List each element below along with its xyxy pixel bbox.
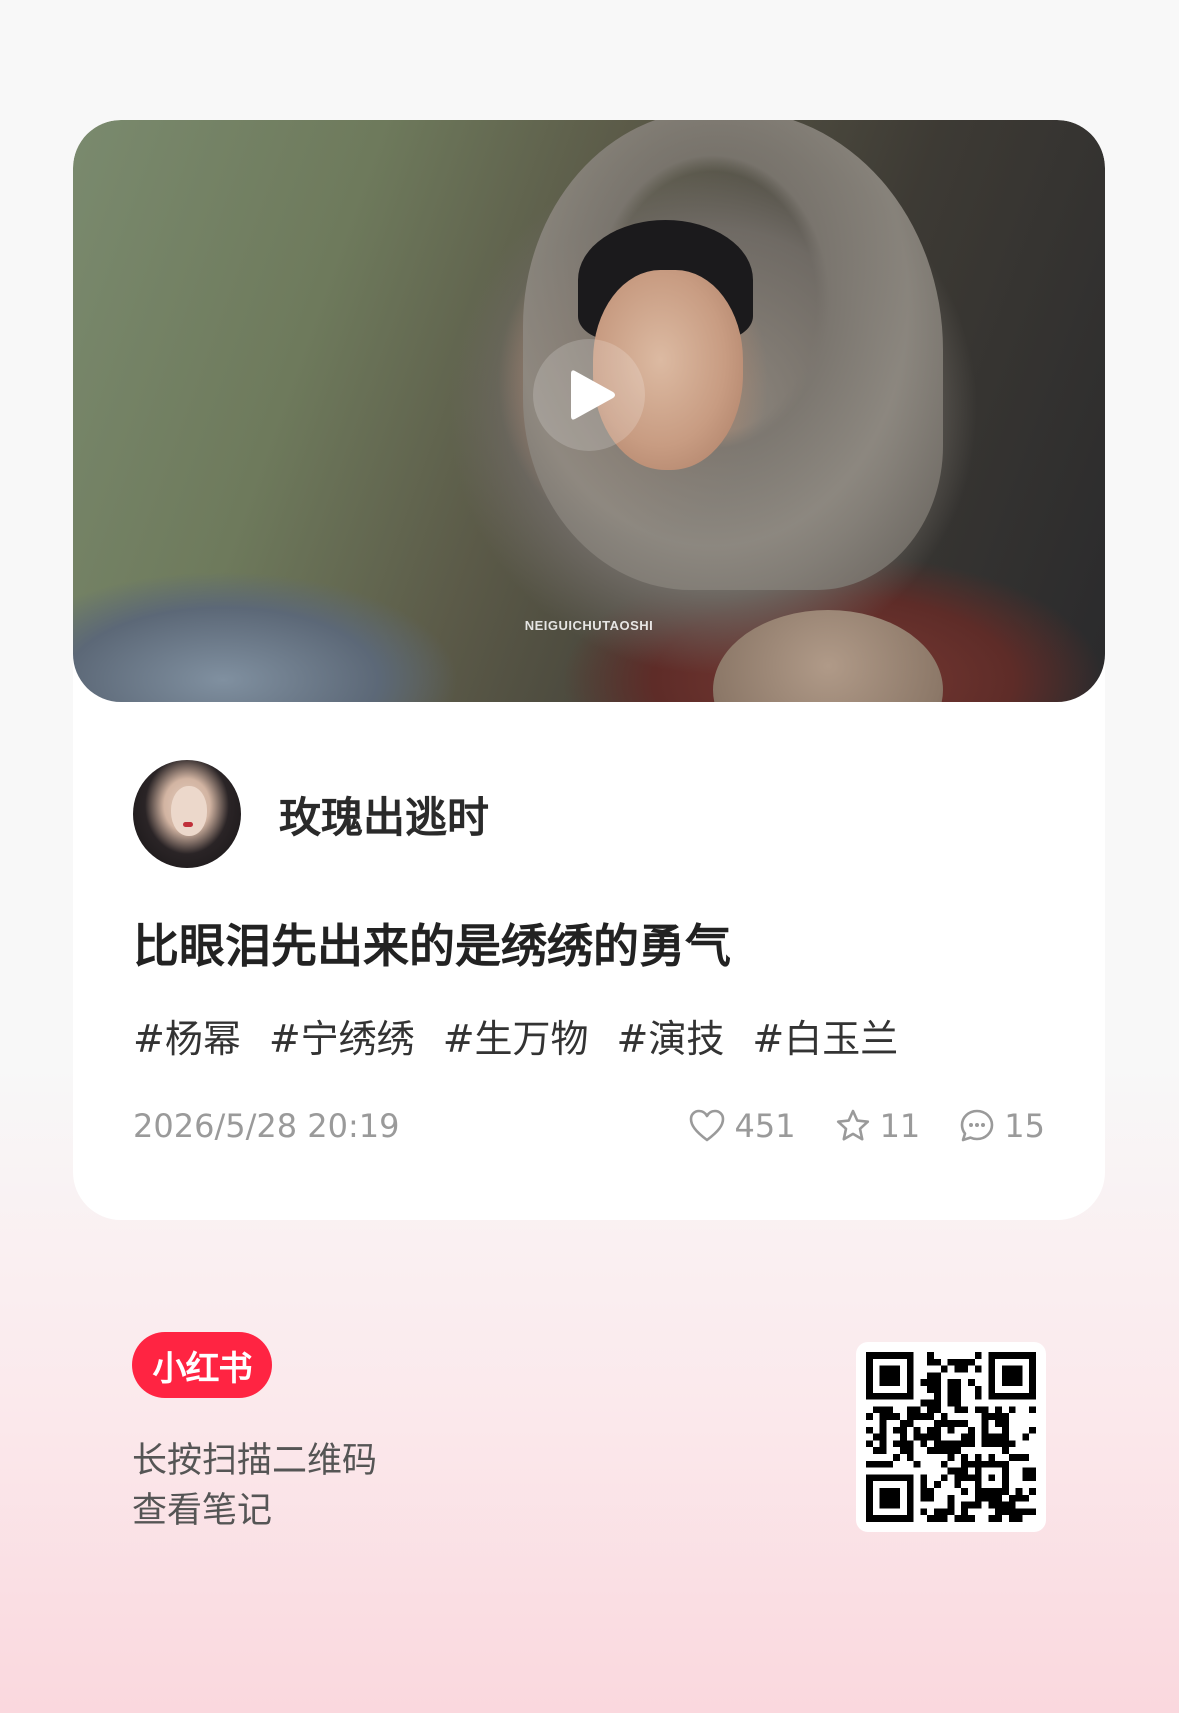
scan-hint-line1: 长按扫描二维码 [132, 1441, 378, 1481]
heart-icon [688, 1107, 726, 1145]
comment-stat[interactable]: 15 [958, 1107, 1045, 1145]
star-icon [834, 1107, 872, 1145]
brand-logo: 小红书 [132, 1332, 272, 1398]
collect-count: 11 [879, 1107, 921, 1145]
like-stat[interactable]: 451 [688, 1107, 796, 1145]
author-info[interactable]: 玫瑰出逃时 [133, 760, 489, 868]
tag-item[interactable]: #生万物 [443, 1008, 589, 1063]
qr-code[interactable] [856, 1342, 1046, 1532]
video-watermark: NEIGUICHUTAOSHI [524, 618, 654, 633]
tag-list: #杨幂 #宁绣绣 #生万物 #演技 #白玉兰 [133, 1008, 898, 1063]
play-button[interactable] [533, 339, 645, 451]
avatar-lips [183, 822, 193, 827]
author-name[interactable]: 玫瑰出逃时 [279, 784, 489, 845]
tag-item[interactable]: #宁绣绣 [269, 1008, 415, 1063]
stats: 451 11 15 [688, 1107, 1045, 1145]
tag-item[interactable]: #杨幂 [133, 1008, 241, 1063]
scan-hint-line2: 查看笔记 [132, 1491, 273, 1531]
comment-icon [958, 1107, 996, 1145]
comment-count: 15 [1004, 1107, 1045, 1145]
post-date: 2026/5/28 20:19 [133, 1107, 400, 1145]
video-cover[interactable]: NEIGUICHUTAOSHI [73, 120, 1105, 702]
note-title: 比眼泪先出来的是绣绣的勇气 [133, 919, 731, 973]
tag-item[interactable]: #白玉兰 [752, 1008, 898, 1063]
qr-code-image [866, 1352, 1036, 1522]
collect-stat[interactable]: 11 [834, 1107, 921, 1145]
note-card[interactable]: NEIGUICHUTAOSHI 玫瑰出逃时 比眼泪先出来的是绣绣的勇气 #杨幂 … [73, 120, 1105, 1220]
avatar-face [171, 786, 207, 836]
tag-item[interactable]: #演技 [617, 1008, 725, 1063]
avatar[interactable] [133, 760, 241, 868]
like-count: 451 [734, 1107, 796, 1145]
meta-row: 2026/5/28 20:19 451 11 15 [133, 1102, 1045, 1150]
scan-hint: 长按扫描二维码 查看笔记 [132, 1436, 377, 1536]
play-icon [571, 370, 615, 420]
